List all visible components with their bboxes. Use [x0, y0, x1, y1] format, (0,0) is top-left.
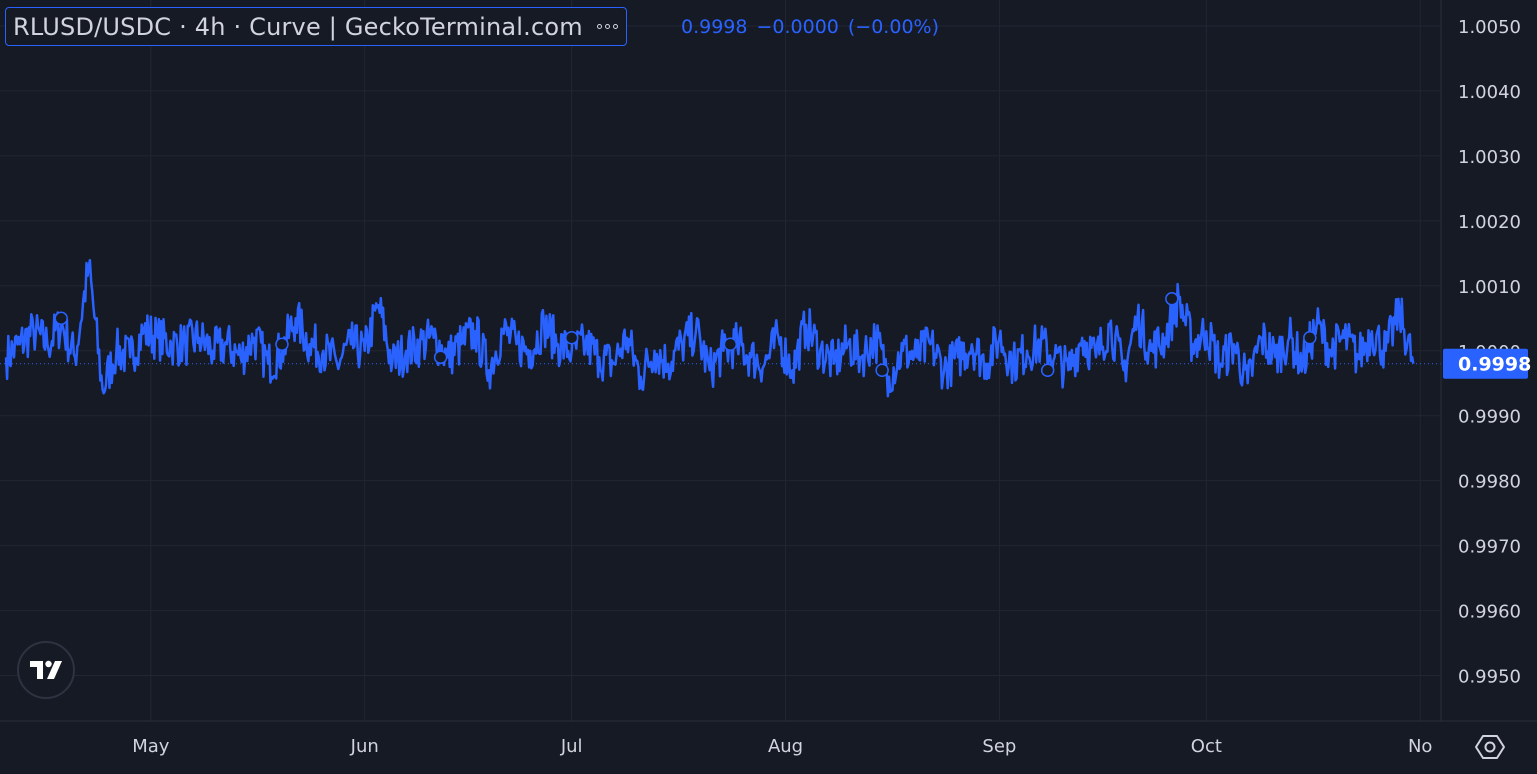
chart-title-box[interactable]: RLUSD/USDC · 4h · Curve | GeckoTerminal.…	[5, 7, 627, 46]
y-tick-label: 0.9990	[1458, 407, 1521, 428]
x-tick-label: No	[1408, 736, 1432, 757]
y-tick-label: 1.0030	[1458, 147, 1521, 168]
price-readout: 0.9998 −0.0000 (−0.00%)	[681, 16, 939, 38]
y-tick-label: 0.9960	[1458, 602, 1521, 623]
series-line	[4, 258, 1415, 398]
event-marker[interactable]	[1303, 331, 1317, 345]
event-marker[interactable]	[54, 311, 68, 326]
event-marker[interactable]	[433, 350, 448, 365]
y-tick-label: 1.0020	[1458, 212, 1521, 233]
y-tick-label: 1.0050	[1458, 17, 1521, 38]
event-marker[interactable]	[275, 337, 289, 352]
price-series	[0, 258, 1441, 398]
more-dots-icon[interactable]	[596, 24, 618, 29]
axes: 1.00501.00401.00301.00201.00101.00000.99…	[0, 0, 1537, 757]
chart-title: RLUSD/USDC · 4h · Curve | GeckoTerminal.…	[13, 12, 583, 41]
y-tick-label: 1.0010	[1458, 277, 1521, 298]
settings-icon[interactable]	[1474, 731, 1506, 763]
chart-area[interactable]: 1.00501.00401.00301.00201.00101.00000.99…	[0, 0, 1537, 774]
price-change-pct: (−0.00%)	[847, 16, 939, 38]
event-marker[interactable]	[1165, 292, 1179, 306]
event-marker[interactable]	[564, 331, 579, 345]
x-tick-label: Oct	[1191, 736, 1222, 757]
price-change: −0.0000	[756, 16, 839, 38]
x-tick-label: Jul	[560, 736, 583, 757]
x-tick-label: Jun	[350, 736, 379, 757]
x-tick-label: Aug	[768, 736, 803, 757]
x-tick-label: Sep	[982, 736, 1016, 757]
event-marker[interactable]	[1040, 363, 1055, 377]
x-tick-label: May	[132, 736, 170, 757]
y-tick-label: 0.9970	[1458, 537, 1521, 558]
y-tick-label: 0.9980	[1458, 472, 1521, 493]
current-price: 0.9998	[681, 16, 748, 38]
y-tick-label: 0.9950	[1458, 667, 1521, 688]
last-price-label: 0.9998	[1458, 354, 1531, 376]
y-tick-label: 1.0040	[1458, 82, 1521, 103]
event-marker[interactable]	[723, 337, 738, 352]
tradingview-logo-icon[interactable]	[17, 641, 75, 699]
event-marker[interactable]	[875, 363, 889, 377]
